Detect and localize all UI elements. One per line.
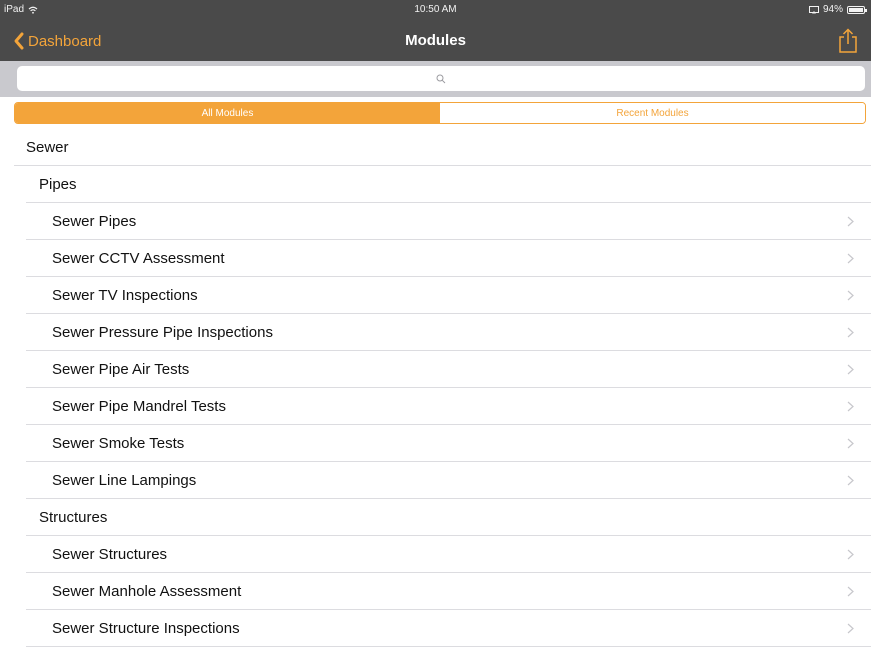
- row-label: Sewer: [26, 139, 69, 156]
- tab-recent-modules[interactable]: Recent Modules: [440, 103, 865, 123]
- module-row[interactable]: Sewer CCTV Assessment: [0, 240, 871, 277]
- search-bar: [0, 61, 871, 97]
- module-row[interactable]: Sewer Structure Inspections: [0, 610, 871, 647]
- row-label: Sewer Pressure Pipe Inspections: [52, 324, 273, 341]
- module-filter-segmented-control: All Modules Recent Modules: [14, 102, 866, 124]
- row-label: Sewer Pipe Mandrel Tests: [52, 398, 226, 415]
- row-label: Sewer CCTV Assessment: [52, 250, 225, 267]
- row-label: Sewer Smoke Tests: [52, 435, 185, 452]
- row-label: Structures: [39, 509, 108, 526]
- subsection-header: Structures: [0, 499, 871, 536]
- chevron-right-icon: [847, 623, 854, 634]
- row-label: Sewer TV Inspections: [52, 287, 198, 304]
- chevron-right-icon: [847, 216, 854, 227]
- chevron-right-icon: [847, 586, 854, 597]
- module-row[interactable]: Sewer Pipe Air Tests: [0, 351, 871, 388]
- chevron-right-icon: [847, 401, 854, 412]
- search-icon: [436, 74, 446, 83]
- chevron-right-icon: [847, 364, 854, 375]
- row-label: Sewer Structures: [52, 546, 168, 563]
- status-bar: iPad 10:50 AM 94%: [0, 0, 871, 18]
- section-header: Sewer: [0, 129, 871, 166]
- module-list: Sewer Pipes Sewer Pipes Sewer CCTV Assessme…: [0, 129, 871, 647]
- page-title: Modules: [405, 32, 466, 49]
- chevron-right-icon: [847, 438, 854, 449]
- module-row[interactable]: Sewer Pipe Mandrel Tests: [0, 388, 871, 425]
- chevron-right-icon: [847, 290, 854, 301]
- row-label: Sewer Structure Inspections: [52, 620, 240, 637]
- row-label: Sewer Pipes: [52, 213, 137, 230]
- row-label: Sewer Line Lampings: [52, 472, 197, 489]
- module-row[interactable]: Sewer Line Lampings: [0, 462, 871, 499]
- top-bar: iPad 10:50 AM 94% Dashboard Modules: [0, 0, 871, 61]
- row-label: Sewer Pipe Air Tests: [52, 361, 190, 378]
- share-icon[interactable]: [837, 28, 859, 54]
- chevron-right-icon: [847, 549, 854, 560]
- chevron-right-icon: [847, 253, 854, 264]
- search-input[interactable]: [17, 66, 865, 91]
- row-label: Sewer Manhole Assessment: [52, 583, 242, 600]
- row-separator: [26, 646, 871, 647]
- battery-icon: [847, 5, 867, 14]
- module-row[interactable]: Sewer Pressure Pipe Inspections: [0, 314, 871, 351]
- module-row[interactable]: Sewer TV Inspections: [0, 277, 871, 314]
- module-row[interactable]: Sewer Pipes: [0, 203, 871, 240]
- module-row[interactable]: Sewer Manhole Assessment: [0, 573, 871, 610]
- chevron-right-icon: [847, 475, 854, 486]
- tab-all-modules[interactable]: All Modules: [15, 103, 440, 123]
- navigation-bar: Dashboard Modules: [0, 22, 871, 60]
- status-time: 10:50 AM: [414, 4, 457, 15]
- subsection-header: Pipes: [0, 166, 871, 203]
- module-row[interactable]: Sewer Structures: [0, 536, 871, 573]
- screen-mirroring-icon: [808, 5, 819, 13]
- chevron-right-icon: [847, 327, 854, 338]
- module-row[interactable]: Sewer Smoke Tests: [0, 425, 871, 462]
- battery-percent: 94%: [822, 4, 843, 15]
- row-label: Pipes: [39, 176, 77, 193]
